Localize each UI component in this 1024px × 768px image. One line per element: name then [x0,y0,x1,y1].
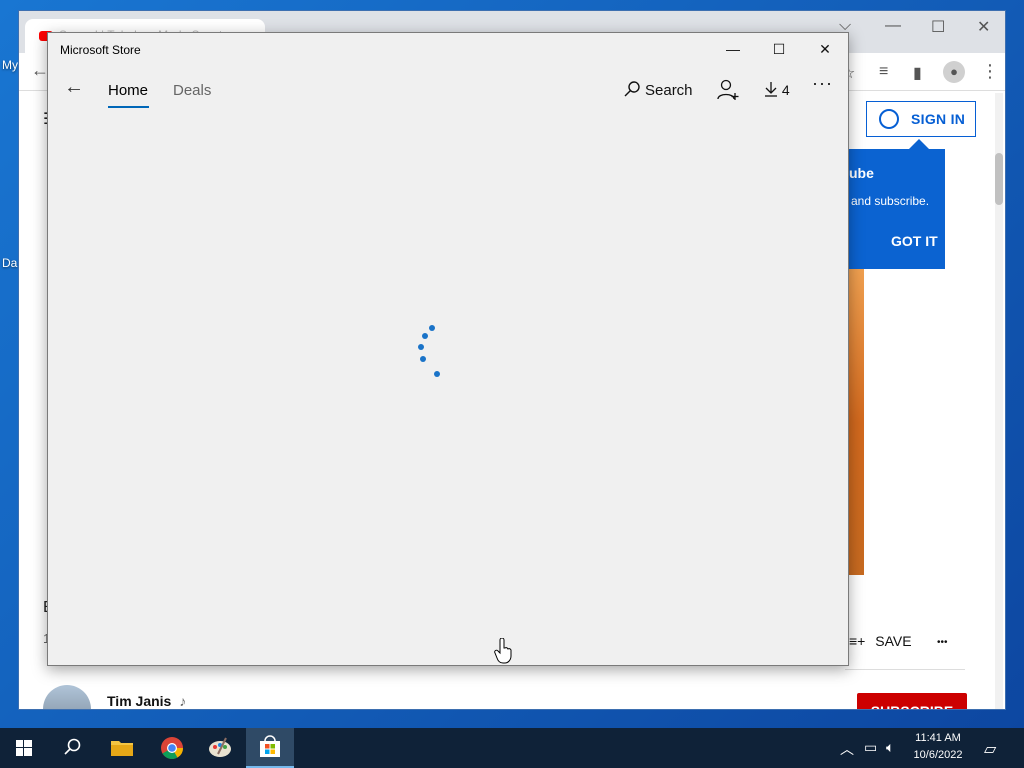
search-button[interactable]: Search [623,80,693,99]
channel-name-text: Tim Janis [107,693,172,709]
downloads-button[interactable]: 4 [764,81,790,98]
store-bag-icon [260,735,280,757]
clock-date[interactable]: 10/6/2022 [908,749,968,761]
more-options-button[interactable]: ··· [812,73,833,94]
spinner-dot [418,344,424,350]
active-tab-indicator [108,106,149,108]
profile-icon[interactable]: ● [943,61,965,83]
notification-icon[interactable]: ▱ [984,739,996,759]
channel-avatar[interactable] [43,685,91,709]
taskbar-search-button[interactable] [48,728,96,768]
store-maximize-button[interactable]: ☐ [756,33,802,65]
page-scrollbar[interactable] [995,93,1003,709]
start-button[interactable] [0,728,48,768]
store-close-button[interactable]: ✕ [802,33,848,65]
tab-deals[interactable]: Deals [173,82,211,99]
downloads-count: 4 [781,82,790,98]
got-it-button[interactable]: GOT IT [891,233,938,249]
spinner-dot [429,325,435,331]
popup-text: and subscribe. [851,194,930,208]
volume-icon[interactable]: 🔈︎ [886,739,894,756]
scrollbar-thumb[interactable] [995,153,1003,205]
network-icon[interactable]: ▭ [864,739,877,756]
chrome-taskbar-button[interactable] [148,728,196,768]
windows-logo-icon [16,740,32,756]
chrome-maximize-button[interactable]: ☐ [931,17,945,37]
desktop-icon-label[interactable]: Da [2,256,17,270]
store-window-title: Microsoft Store [60,43,141,57]
channel-name[interactable]: Tim Janis ♪ [107,693,186,709]
spinner-dot [420,356,426,362]
divider [845,669,965,670]
desktop-icon-label[interactable]: My [2,58,18,72]
paint-taskbar-button[interactable] [196,728,244,768]
folder-icon [111,741,133,756]
store-window: Microsoft Store — ☐ ✕ ← Home Deals Searc… [47,32,849,666]
search-label: Search [645,82,693,99]
store-nav-bar: ← Home Deals Search 4 ··· [48,69,848,113]
save-label: SAVE [875,633,912,649]
chevron-up-icon[interactable]: ︿ [840,739,854,759]
paint-palette-icon [209,737,231,757]
save-button[interactable]: ≡+ SAVE [849,633,912,649]
spinner-dot [422,333,428,339]
music-note-icon: ♪ [179,693,187,709]
clock-time[interactable]: 11:41 AM [908,732,968,744]
chrome-icon [161,737,183,759]
store-taskbar-button[interactable] [246,728,294,768]
popup-arrow [909,139,929,149]
side-panel-icon[interactable]: ▮ [913,63,922,83]
signin-promo-popup: ube and subscribe. GOT IT [849,139,945,269]
file-explorer-button[interactable] [98,728,146,768]
playlist-add-icon: ≡+ [849,633,866,649]
sign-in-label: SIGN IN [911,111,966,127]
taskbar: ︿ ▭ 🔈︎ 11:41 AM 10/6/2022 ▱ [0,728,1024,768]
subscribe-button[interactable]: SUBSCRIBE [857,693,967,709]
search-icon [624,81,640,97]
account-icon[interactable] [716,78,740,107]
tab-home[interactable]: Home [108,82,148,99]
chrome-close-button[interactable]: ✕ [977,17,990,37]
video-player[interactable] [849,269,864,575]
hand-cursor-icon [494,638,512,664]
user-circle-icon [879,109,899,129]
chrome-minimize-button[interactable]: — [885,17,901,35]
search-icon [64,738,81,755]
back-button[interactable]: ← [62,76,86,99]
store-minimize-button[interactable]: — [710,33,756,65]
popup-title: ube [849,165,874,181]
download-icon [765,82,777,97]
sign-in-button[interactable]: SIGN IN [866,101,976,137]
media-control-icon[interactable]: ≡ [879,63,888,81]
chrome-menu-icon[interactable]: ⋮ [981,61,999,82]
more-actions-icon[interactable]: ••• [937,637,948,648]
spinner-dot [434,371,440,377]
